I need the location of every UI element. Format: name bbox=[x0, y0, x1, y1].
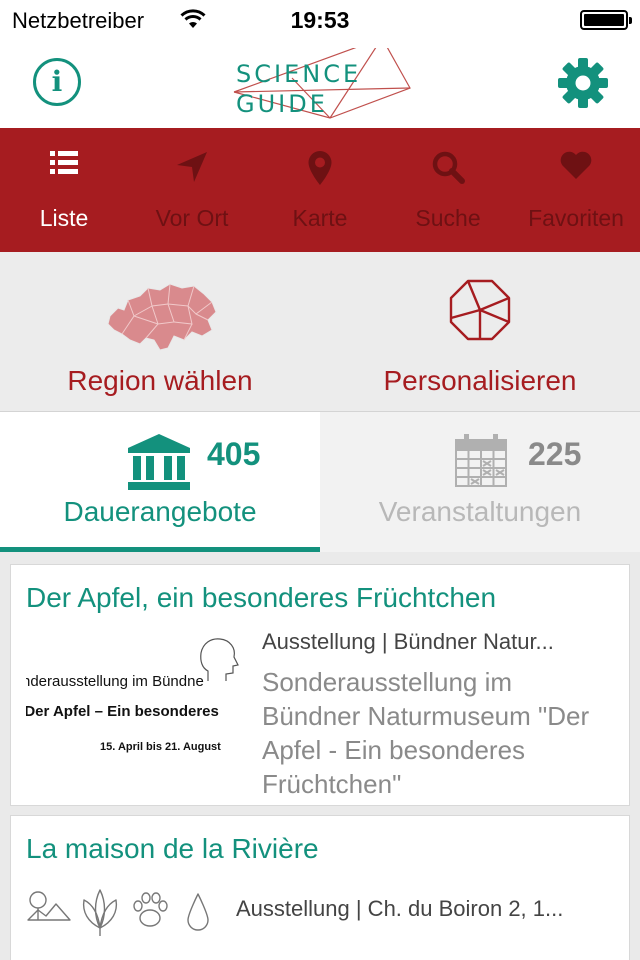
gear-icon[interactable] bbox=[556, 56, 610, 110]
veranstaltungen-label: Veranstaltungen bbox=[378, 496, 582, 527]
info-icon[interactable]: i bbox=[33, 58, 81, 106]
paw-icon bbox=[133, 892, 168, 927]
main-tab-bar: Liste Vor Ort Karte Suche Favoriten bbox=[0, 128, 640, 252]
tab-favoriten[interactable]: Favoriten bbox=[512, 128, 640, 252]
leaves-icon bbox=[82, 889, 118, 936]
tab-label: Suche bbox=[415, 205, 481, 231]
status-bar: Netzbetreiber 19:53 bbox=[0, 0, 640, 40]
tab-suche[interactable]: Suche bbox=[384, 128, 512, 252]
landscape-icon bbox=[27, 891, 71, 921]
switzerland-map-icon bbox=[0, 278, 320, 354]
personalize-button[interactable]: Personalisieren bbox=[320, 252, 640, 412]
segment-veranstaltungen[interactable]: 225 Veranstaltungen bbox=[320, 412, 640, 552]
personalize-label: Personalisieren bbox=[383, 365, 577, 396]
item-title: La maison de la Rivière bbox=[26, 833, 319, 864]
offers-list: Der Apfel, ein besonderes Früchtchen nde… bbox=[0, 552, 640, 960]
dauerangebote-label: Dauerangebote bbox=[63, 496, 257, 527]
search-icon bbox=[384, 150, 512, 190]
water-drop-icon bbox=[187, 893, 209, 931]
tab-label: Vor Ort bbox=[155, 205, 229, 231]
offer-type-segment: 405 Dauerangebote 225 Veranstaltungen bbox=[0, 412, 640, 552]
location-arrow-icon bbox=[128, 150, 256, 190]
region-label: Region wählen bbox=[67, 365, 253, 396]
item-meta: Ausstellung | Ch. du Boiron 2, 1... bbox=[236, 896, 564, 921]
list-icon bbox=[0, 150, 128, 190]
logo-line-2: GUIDE bbox=[236, 90, 328, 118]
list-item[interactable]: La maison de la Rivière Ausstellung | Ch… bbox=[10, 815, 630, 960]
dauerangebote-count: 405 bbox=[207, 436, 261, 472]
list-item[interactable]: Der Apfel, ein besonderes Früchtchen nde… bbox=[10, 564, 630, 806]
thumbnail-text-1: nderausstellung im Bündne bbox=[26, 673, 204, 690]
thumbnail-text-2: «Der Apfel – Ein besonderes bbox=[26, 703, 219, 720]
polygon-wheel-icon bbox=[320, 278, 640, 342]
tab-label: Karte bbox=[292, 205, 348, 231]
heart-icon bbox=[512, 150, 640, 190]
tab-label: Favoriten bbox=[528, 205, 624, 231]
logo-line-1: SCIENCE bbox=[236, 60, 362, 88]
tab-vor-ort[interactable]: Vor Ort bbox=[128, 128, 256, 252]
filter-options: Region wählen Personalisieren bbox=[0, 252, 640, 412]
item-meta: Ausstellung | Bündner Natur... bbox=[262, 629, 554, 654]
tab-label: Liste bbox=[39, 205, 89, 231]
battery-icon bbox=[580, 10, 632, 30]
calendar-icon bbox=[454, 434, 508, 493]
clock: 19:53 bbox=[290, 7, 350, 33]
veranstaltungen-count: 225 bbox=[528, 436, 582, 472]
region-button[interactable]: Region wählen bbox=[0, 252, 320, 412]
segment-dauerangebote[interactable]: 405 Dauerangebote bbox=[0, 412, 320, 552]
thumbnail-text-3: 15. April bis 21. August bbox=[100, 741, 221, 753]
science-guide-logo: SCIENCE GUIDE bbox=[232, 48, 412, 128]
app-header: i SCIENCE GUIDE bbox=[0, 40, 640, 128]
tab-karte[interactable]: Karte bbox=[256, 128, 384, 252]
item-thumbnail: nderausstellung im Bündne «Der Apfel – E… bbox=[26, 627, 246, 762]
item-description: Sonderausstellung im Bündner Naturmuseum… bbox=[262, 667, 590, 799]
item-title: Der Apfel, ein besonderes Früchtchen bbox=[26, 582, 497, 613]
category-icons bbox=[26, 886, 226, 936]
map-pin-icon bbox=[256, 150, 384, 190]
museum-icon bbox=[127, 434, 191, 497]
tab-liste[interactable]: Liste bbox=[0, 128, 128, 252]
